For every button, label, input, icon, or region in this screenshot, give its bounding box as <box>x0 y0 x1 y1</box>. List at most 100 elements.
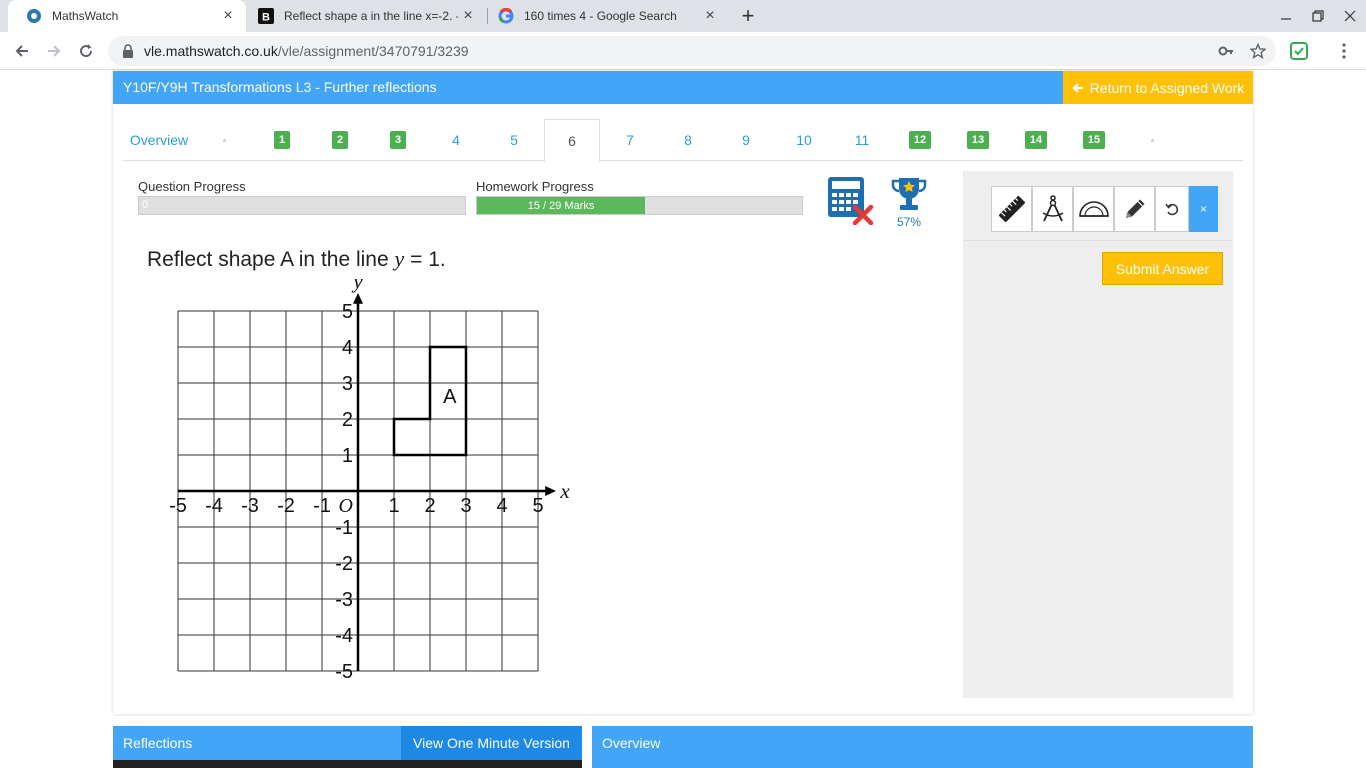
pencil-tool[interactable] <box>1114 186 1155 232</box>
assignment-title: Y10F/Y9H Transformations L3 - Further re… <box>123 79 437 95</box>
back-icon[interactable] <box>8 37 36 65</box>
protractor-tool[interactable] <box>1073 186 1114 232</box>
submit-answer-label: Submit Answer <box>1115 260 1210 277</box>
question-text: Reflect shape A in the line y = 1. <box>147 246 446 272</box>
browser-tab-mathswatch[interactable]: MathsWatch × <box>8 0 246 32</box>
tab-question-4[interactable]: 4 <box>427 119 485 161</box>
tab-question-10[interactable]: 10 <box>775 119 833 161</box>
assignment-panel: Y10F/Y9H Transformations L3 - Further re… <box>113 71 1253 714</box>
key-icon[interactable] <box>1218 43 1234 59</box>
compass-icon <box>1042 195 1063 222</box>
pencil-icon <box>1125 199 1144 218</box>
tab-question-14[interactable]: 14 <box>1007 119 1065 161</box>
google-icon <box>498 8 514 24</box>
nav-dot <box>1151 139 1154 142</box>
question-label: 8 <box>684 132 692 148</box>
brainly-icon: B <box>258 8 274 24</box>
trophy-icon <box>891 178 927 210</box>
question-progress-value: 0 <box>142 199 149 211</box>
video-button-label: View One Minute Version <box>413 735 570 751</box>
close-tools-label: × <box>1199 202 1207 216</box>
question-badge: 14 <box>1024 131 1048 149</box>
question-progress-bar: 0 <box>138 196 466 215</box>
close-tab-icon[interactable]: × <box>458 6 478 26</box>
tab-question-2[interactable]: 2 <box>311 119 369 161</box>
reflections-video-panel: Reflections View One Minute Version <box>113 726 582 768</box>
tab-title: Reflect shape a in the line x=-2. - <box>284 9 458 23</box>
tab-question-15[interactable]: 15 <box>1065 119 1123 161</box>
score-percent: 57% <box>896 215 922 229</box>
tab-question-1[interactable]: 1 <box>253 119 311 161</box>
close-tools-button[interactable]: × <box>1189 186 1218 232</box>
x-tick-label: -4 <box>205 495 223 517</box>
tab-question-3[interactable]: 3 <box>369 119 427 161</box>
browser-toolbar: vle.mathswatch.co.uk/vle/assignment/3470… <box>0 32 1366 70</box>
bookmark-star-icon[interactable] <box>1250 43 1266 59</box>
question-label: 4 <box>452 132 460 148</box>
x-tick-label: 5 <box>532 495 543 517</box>
close-window-icon[interactable] <box>1334 0 1366 32</box>
tab-question-6[interactable]: 6 <box>544 119 600 162</box>
y-tick-label: 4 <box>342 337 353 359</box>
address-bar[interactable]: vle.mathswatch.co.uk/vle/assignment/3470… <box>108 36 1276 66</box>
x-tick-label: -5 <box>169 495 187 517</box>
reload-icon[interactable] <box>72 37 100 65</box>
tab-question-11[interactable]: 11 <box>833 119 891 161</box>
x-tick-label: -1 <box>313 495 331 517</box>
tab-question-8[interactable]: 8 <box>659 119 717 161</box>
close-tab-icon[interactable]: × <box>700 6 720 26</box>
return-to-assigned-work-button[interactable]: Return to Assigned Work <box>1063 71 1253 104</box>
url-host: vle.mathswatch.co.uk <box>144 43 278 59</box>
extension-icon[interactable] <box>1285 37 1313 65</box>
browser-tabstrip: MathsWatch × B Reflect shape a in the li… <box>0 0 1366 32</box>
overview-panel: Overview <box>592 726 1253 768</box>
coordinate-grid[interactable]: -5 -4 -3 -2 -1 1 2 3 4 5 5 4 3 2 1 -1 -2 -3 -4 -5 Ox y A <box>163 279 583 694</box>
homework-progress-text: 15 / 29 Marks <box>527 199 595 212</box>
question-label: 7 <box>626 132 634 148</box>
question-prefix: Reflect shape A in the line <box>147 248 395 271</box>
question-badge: 2 <box>331 131 349 149</box>
lock-icon <box>123 44 133 58</box>
forward-icon[interactable] <box>40 37 68 65</box>
homework-progress-fill: 15 / 29 Marks <box>477 197 646 214</box>
video-player[interactable] <box>113 760 582 768</box>
tab-question-7[interactable]: 7 <box>601 119 659 161</box>
tab-title: 160 times 4 - Google Search <box>524 9 677 23</box>
y-tick-label: 1 <box>342 445 353 467</box>
undo-tool[interactable] <box>1155 186 1189 232</box>
question-label: 11 <box>854 132 870 148</box>
compass-tool[interactable] <box>1032 186 1073 232</box>
homework-progress-bar: 15 / 29 Marks <box>476 196 803 215</box>
tab-overview[interactable]: Overview <box>123 119 195 161</box>
question-label: 9 <box>742 132 750 148</box>
new-tab-button[interactable]: + <box>736 3 760 28</box>
tools-panel: × Submit Answer <box>963 171 1233 698</box>
tab-question-9[interactable]: 9 <box>717 119 775 161</box>
tab-question-12[interactable]: 12 <box>891 119 949 161</box>
tab-overview-label: Overview <box>129 132 189 148</box>
calculator-disallowed-icon <box>828 177 874 225</box>
ruler-icon <box>998 195 1025 223</box>
menu-dots-icon[interactable] <box>1330 37 1358 65</box>
question-badge: 3 <box>389 131 407 149</box>
minimize-icon[interactable] <box>1270 0 1302 32</box>
x-tick-label: 3 <box>460 495 471 517</box>
browser-tab-google[interactable]: 160 times 4 - Google Search × <box>488 0 728 32</box>
tab-question-13[interactable]: 13 <box>949 119 1007 161</box>
homework-progress-label: Homework Progress <box>476 179 594 194</box>
question-variable: y <box>394 246 405 271</box>
y-axis-label: y <box>351 279 363 293</box>
tab-question-5[interactable]: 5 <box>485 119 543 161</box>
x-tick-label: 4 <box>496 495 507 517</box>
close-tab-icon[interactable]: × <box>218 6 238 26</box>
view-one-minute-version-button[interactable]: View One Minute Version <box>401 726 582 760</box>
toolbar-row: × <box>963 171 1233 241</box>
submit-answer-button[interactable]: Submit Answer <box>1102 252 1223 285</box>
protractor-icon <box>1078 201 1109 217</box>
y-axis-arrow <box>353 293 363 304</box>
restore-icon[interactable] <box>1302 0 1334 32</box>
question-badge: 12 <box>908 131 932 149</box>
browser-tab-brainly[interactable]: B Reflect shape a in the line x=-2. - × <box>246 0 486 32</box>
ruler-tool[interactable] <box>991 186 1032 232</box>
x-tick-label: 2 <box>424 495 435 517</box>
